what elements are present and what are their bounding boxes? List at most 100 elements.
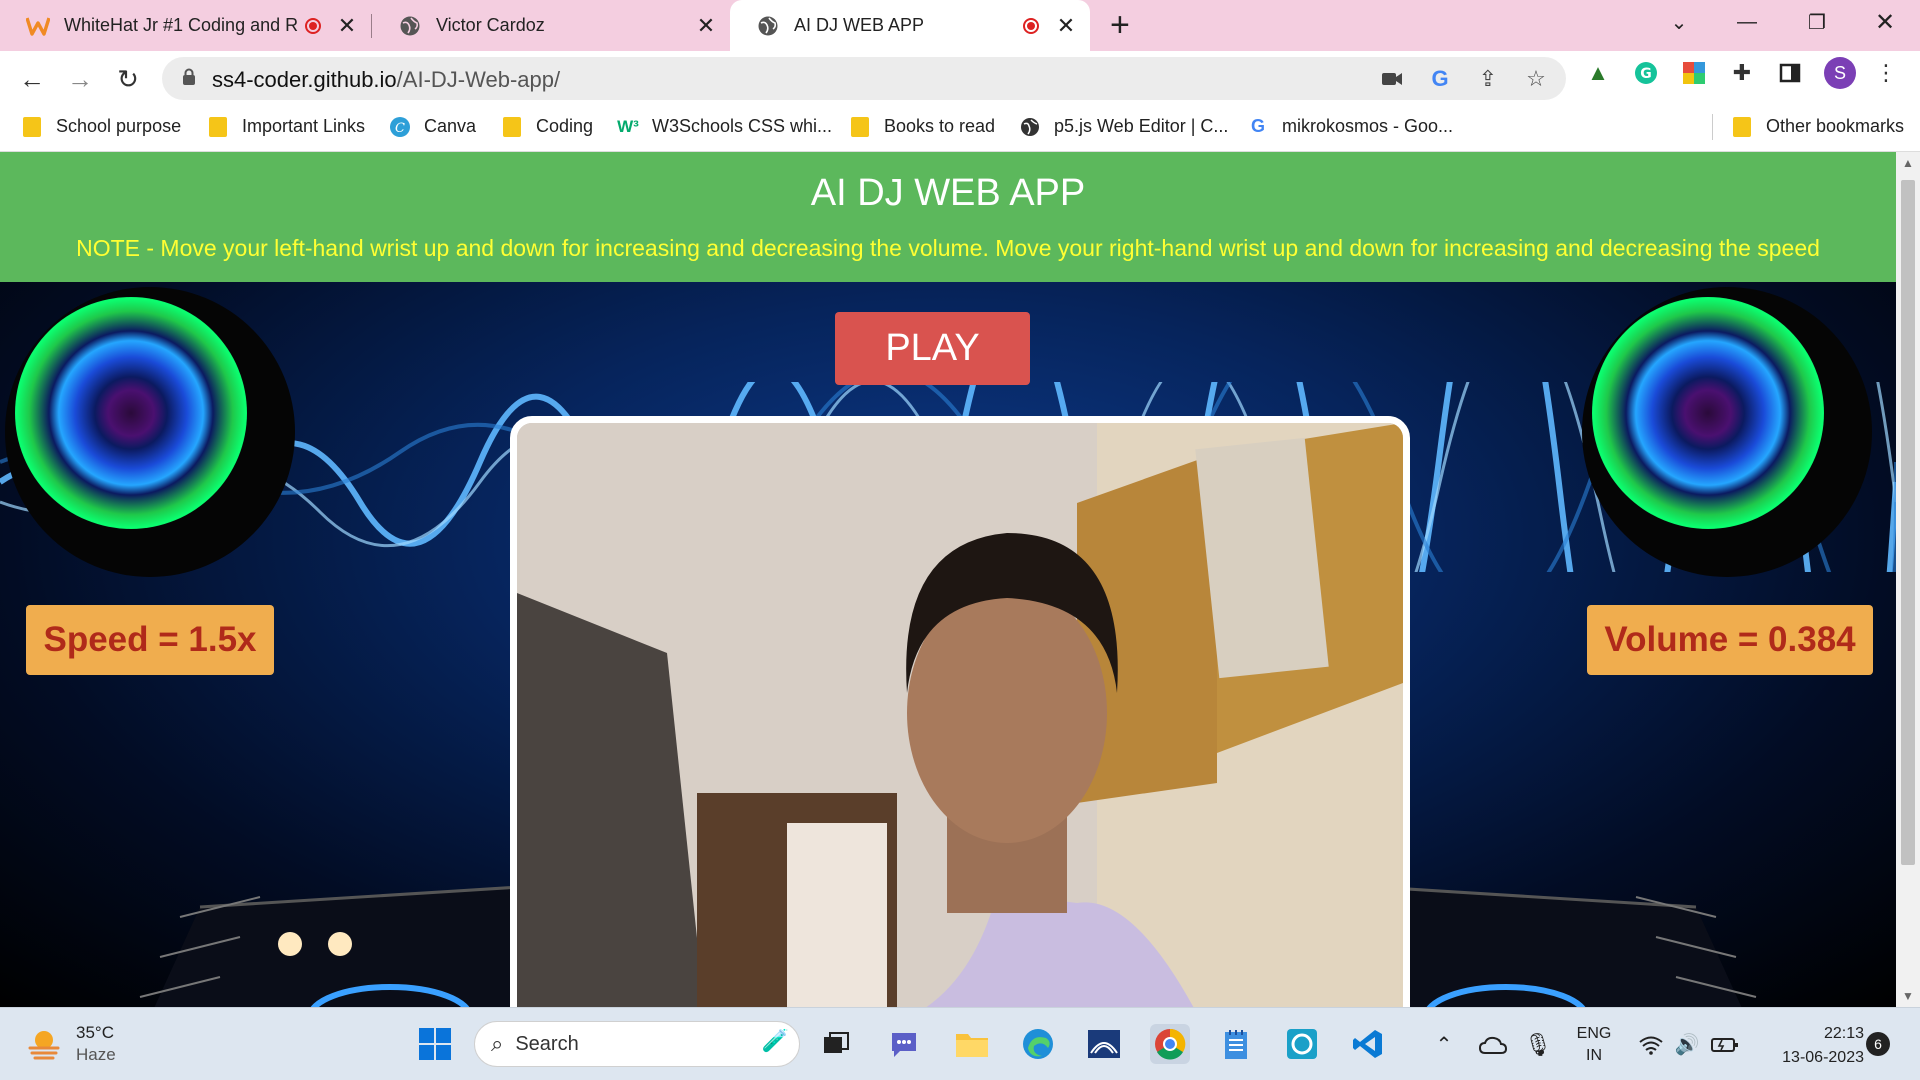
notepad-icon[interactable] <box>1216 1024 1256 1064</box>
edge-browser-icon[interactable] <box>1018 1024 1058 1064</box>
teams-chat-icon[interactable] <box>884 1024 924 1064</box>
microphone-icon[interactable]: 🎙 <box>1524 1008 1552 1080</box>
temperature-text: 35°C <box>76 1023 114 1042</box>
side-panel-icon[interactable] <box>1776 59 1804 87</box>
instructions-note: NOTE - Move your left-hand wrist up and … <box>76 235 1820 261</box>
forward-button[interactable]: → <box>62 61 98 97</box>
camera-icon[interactable] <box>1378 65 1406 93</box>
recording-icon <box>1023 17 1039 34</box>
scroll-down-arrow-icon[interactable]: ▼ <box>1896 989 1920 1003</box>
folder-icon <box>502 116 522 137</box>
tab-title: Victor Cardoz <box>436 15 545 35</box>
play-button[interactable]: PLAY <box>835 312 1030 385</box>
bookmarks-bar: School purpose Important Links C Canva Co… <box>0 106 1920 152</box>
reload-button[interactable]: ↻ <box>110 61 146 97</box>
scroll-up-arrow-icon[interactable]: ▲ <box>1896 156 1920 170</box>
right-speaker-image <box>1582 287 1872 577</box>
ai-dj-page: AI DJ WEB APP NOTE - Move your left-hand… <box>0 152 1896 1007</box>
grammarly-icon[interactable]: G <box>1632 59 1660 87</box>
chrome-browser-icon[interactable] <box>1150 1024 1190 1064</box>
volume-speaker-icon[interactable]: 🔊 <box>1672 1008 1702 1080</box>
tab-whitehat[interactable]: WhiteHat Jr #1 Coding and R ✕ <box>0 0 370 51</box>
bookmark-canva[interactable]: C Canva <box>390 116 476 137</box>
weather-condition-text: Haze <box>76 1045 116 1064</box>
close-icon[interactable]: ✕ <box>694 13 718 39</box>
bookmark-label: School purpose <box>56 116 182 136</box>
browser-tab-strip: WhiteHat Jr #1 Coding and R ✕ Victor Car… <box>0 0 1920 51</box>
new-tab-button[interactable]: + <box>1110 8 1130 42</box>
back-button[interactable]: ← <box>14 61 50 97</box>
color-picker-extension-icon[interactable] <box>1680 59 1708 87</box>
language-text: ENG <box>1576 1024 1612 1042</box>
google-icon: G <box>1250 116 1265 136</box>
close-icon[interactable]: ✕ <box>335 13 359 39</box>
restore-button[interactable]: ❐ <box>1782 0 1852 44</box>
address-bar[interactable]: ss4-coder.github.io/AI-DJ-Web-app/ G ⇪ ☆ <box>162 57 1566 100</box>
share-icon[interactable]: ⇪ <box>1474 65 1502 93</box>
menu-kebab-icon[interactable]: ⋮ <box>1872 59 1900 87</box>
tab-ai-dj-web-app[interactable]: AI DJ WEB APP ✕ <box>730 0 1090 51</box>
wifi-icon[interactable] <box>1636 1008 1666 1080</box>
system-clock[interactable]: 22:13 13-06-2023 <box>1754 1022 1864 1070</box>
region-text: IN <box>1586 1046 1602 1064</box>
google-translate-icon[interactable]: G <box>1426 65 1454 93</box>
window-close-button[interactable]: ✕ <box>1850 0 1920 44</box>
tab-title: WhiteHat Jr #1 Coding and R <box>64 15 299 35</box>
file-explorer-icon[interactable] <box>952 1024 992 1064</box>
page-scrollbar[interactable]: ▲ ▼ <box>1896 152 1920 1007</box>
globe-icon <box>398 14 422 38</box>
bookmark-p5js[interactable]: p5.js Web Editor | C... <box>1020 116 1228 137</box>
alexa-icon[interactable] <box>1282 1024 1322 1064</box>
canva-icon: C <box>390 116 410 137</box>
language-indicator[interactable]: ENG IN <box>1564 1008 1624 1080</box>
task-view-icon[interactable] <box>816 1024 856 1064</box>
tab-victor-cardoz[interactable]: Victor Cardoz ✕ <box>372 0 724 51</box>
close-icon[interactable]: ✕ <box>1054 13 1078 39</box>
network-app-icon[interactable] <box>1084 1024 1124 1064</box>
notification-count-badge[interactable]: 6 <box>1866 1032 1890 1056</box>
tab-search-chevron-icon[interactable]: ⌄ <box>1644 0 1714 44</box>
svg-text:G: G <box>1640 66 1652 82</box>
volume-indicator: Volume = 0.384 <box>1587 605 1873 675</box>
page-title: AI DJ WEB APP <box>810 172 1086 214</box>
url-domain: ss4-coder.github.io <box>212 67 397 92</box>
battery-icon[interactable] <box>1708 1008 1742 1080</box>
vscode-icon[interactable] <box>1348 1024 1388 1064</box>
bookmark-mikrokosmos[interactable]: Gmikrokosmos - Goo... <box>1248 116 1453 137</box>
bookmark-school-purpose[interactable]: School purpose <box>22 116 181 137</box>
tray-overflow-chevron-icon[interactable]: ⌃ <box>1430 1008 1458 1080</box>
bookmark-important-links[interactable]: Important Links <box>208 116 365 137</box>
webcam-video <box>510 416 1410 1007</box>
haze-weather-icon <box>28 1031 60 1060</box>
search-label: Search <box>515 1032 579 1055</box>
extensions-puzzle-icon[interactable]: ✚ <box>1728 59 1756 87</box>
folder-icon <box>208 116 228 137</box>
url-path: /AI-DJ-Web-app/ <box>396 67 561 92</box>
taskbar-search-box[interactable]: ⌕ Search 🧪 <box>474 1021 800 1067</box>
bookmark-label: Books to read <box>884 116 996 136</box>
weather-widget[interactable]: 35°C Haze <box>26 1022 116 1066</box>
webcam-feed-image <box>517 423 1403 1007</box>
search-icon: ⌕ <box>491 1031 504 1056</box>
onedrive-cloud-icon[interactable] <box>1476 1008 1510 1080</box>
bookmark-label: Coding <box>536 116 594 136</box>
bookmark-other-bookmarks[interactable]: Other bookmarks <box>1732 116 1904 137</box>
globe-icon <box>1020 117 1040 137</box>
left-speaker-image <box>5 287 295 577</box>
windows-start-icon[interactable] <box>415 1024 455 1064</box>
bookmark-w3schools[interactable]: W³ W3Schools CSS whi... <box>617 116 833 137</box>
url-text: ss4-coder.github.io/AI-DJ-Web-app/ <box>212 67 560 93</box>
bookmark-coding[interactable]: Coding <box>502 116 593 137</box>
left-dj-deck-image <box>139 885 520 1007</box>
recording-icon <box>305 17 321 34</box>
bookmark-label: W3Schools CSS whi... <box>652 116 833 136</box>
bookmark-books-to-read[interactable]: Books to read <box>850 116 995 137</box>
bookmark-label: mikrokosmos - Goo... <box>1282 116 1454 136</box>
html-extension-icon[interactable]: ▲ <box>1584 59 1612 87</box>
bookmark-star-icon[interactable]: ☆ <box>1522 65 1550 93</box>
w3schools-icon: W³ <box>617 116 639 136</box>
profile-avatar[interactable]: S <box>1824 57 1856 89</box>
scrollbar-thumb[interactable] <box>1901 180 1915 865</box>
minimize-button[interactable]: — <box>1712 0 1782 44</box>
app-header: AI DJ WEB APP NOTE - Move your left-hand… <box>0 152 1896 282</box>
